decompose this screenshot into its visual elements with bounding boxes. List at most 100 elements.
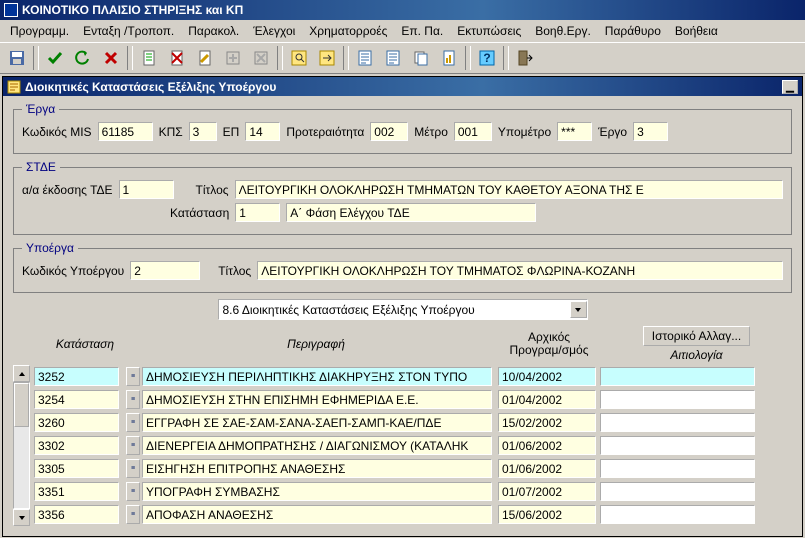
ypoergo-code-field[interactable] <box>130 261 200 280</box>
scroll-thumb[interactable] <box>14 383 29 427</box>
grid: ≡ ≡ ≡ ≡ ≡ ≡ ≡ <box>13 365 792 526</box>
menu-item[interactable]: Βοηθ.Εργ. <box>529 22 597 40</box>
new-icon[interactable] <box>136 45 162 71</box>
find-next-icon[interactable] <box>314 45 340 71</box>
menu-item[interactable]: Παράθυρο <box>599 22 667 40</box>
menu-item[interactable]: Παρακολ. <box>182 22 245 40</box>
delete-row-icon[interactable] <box>164 45 190 71</box>
remove-icon[interactable] <box>248 45 274 71</box>
code-cell[interactable] <box>34 459 119 478</box>
kat-field[interactable] <box>235 203 280 222</box>
ypoergo-title-field[interactable] <box>257 261 783 280</box>
desc-cell[interactable] <box>142 505 492 524</box>
row-handle[interactable]: ≡ <box>126 505 140 524</box>
stde-title-label: Τίτλος <box>196 183 229 197</box>
save-icon[interactable] <box>4 45 30 71</box>
menu-item[interactable]: Εκτυπώσεις <box>451 22 527 40</box>
desc-cell[interactable] <box>142 482 492 501</box>
ep-field[interactable] <box>245 122 280 141</box>
reason-cell[interactable] <box>600 413 755 432</box>
menu-item[interactable]: Προγραμμ. <box>4 22 75 40</box>
menu-item[interactable]: Βοήθεια <box>669 22 724 40</box>
kat-desc-field[interactable] <box>286 203 536 222</box>
code-cell[interactable] <box>34 482 119 501</box>
date-cell[interactable] <box>498 413 596 432</box>
menu-item[interactable]: Χρηματορροές <box>303 22 393 40</box>
reason-cell[interactable] <box>600 390 755 409</box>
reason-cell[interactable] <box>600 482 755 501</box>
reason-cell[interactable] <box>600 436 755 455</box>
header-perigrafi: Περιγραφή <box>135 337 497 351</box>
row-handle[interactable]: ≡ <box>126 390 140 409</box>
desc-cell[interactable] <box>142 459 492 478</box>
dropdown-button[interactable] <box>570 301 587 318</box>
code-cell[interactable] <box>34 413 119 432</box>
header-katastasi: Κατάσταση <box>35 337 135 351</box>
find-icon[interactable] <box>286 45 312 71</box>
row-handle[interactable]: ≡ <box>126 436 140 455</box>
undo-icon[interactable] <box>70 45 96 71</box>
aa-field[interactable] <box>119 180 174 199</box>
ergo-field[interactable] <box>633 122 668 141</box>
desc-cell[interactable] <box>142 367 492 386</box>
cancel-icon[interactable] <box>98 45 124 71</box>
menu-item[interactable]: Έλεγχοι <box>247 22 301 40</box>
scroll-track[interactable] <box>13 382 30 509</box>
dropdown-value[interactable] <box>219 301 570 319</box>
reason-cell[interactable] <box>600 505 755 524</box>
desc-cell[interactable] <box>142 390 492 409</box>
table-row: ≡ <box>30 434 792 457</box>
history-button[interactable]: Ιστορικό Αλλαγ... <box>643 326 750 346</box>
aa-label: α/α έκδοσης ΤΔΕ <box>22 183 113 197</box>
row-handle[interactable]: ≡ <box>126 413 140 432</box>
section-dropdown[interactable] <box>218 299 588 320</box>
ypometro-field[interactable] <box>557 122 592 141</box>
kps-field[interactable] <box>189 122 217 141</box>
row-handle[interactable]: ≡ <box>126 459 140 478</box>
child-title: Διοικητικές Καταστάσεις Εξέλιξης Υποέργο… <box>25 80 276 94</box>
fieldset-stde: ΣΤΔΕ α/α έκδοσης ΤΔΕ Τίτλος Κατάσταση <box>13 160 792 235</box>
date-cell[interactable] <box>498 367 596 386</box>
list1-icon[interactable] <box>352 45 378 71</box>
code-cell[interactable] <box>34 505 119 524</box>
add-icon[interactable] <box>220 45 246 71</box>
copy-icon[interactable] <box>408 45 434 71</box>
scroll-down-button[interactable] <box>13 509 30 526</box>
code-cell[interactable] <box>34 367 119 386</box>
scrollbar[interactable] <box>13 365 30 526</box>
date-cell[interactable] <box>498 505 596 524</box>
date-cell[interactable] <box>498 436 596 455</box>
desc-cell[interactable] <box>142 413 492 432</box>
row-handle[interactable]: ≡ <box>126 482 140 501</box>
exit-icon[interactable] <box>512 45 538 71</box>
date-cell[interactable] <box>498 390 596 409</box>
list2-icon[interactable] <box>380 45 406 71</box>
fieldset-ypoerga: Υποέργα Κωδικός Υποέργου Τίτλος <box>13 241 792 293</box>
edit-icon[interactable] <box>192 45 218 71</box>
menu-item[interactable]: Επ. Πα. <box>395 22 449 40</box>
scroll-up-button[interactable] <box>13 365 30 382</box>
kps-label: ΚΠΣ <box>159 125 183 139</box>
help-icon[interactable]: ? <box>474 45 500 71</box>
date-cell[interactable] <box>498 459 596 478</box>
menu-item[interactable]: Ενταξη /Τροποπ. <box>77 22 180 40</box>
code-cell[interactable] <box>34 436 119 455</box>
metro-field[interactable] <box>454 122 492 141</box>
ep-label: ΕΠ <box>223 125 240 139</box>
grid-headers: Κατάσταση Περιγραφή ΑρχικόςΠρογραμ/σμός … <box>13 326 792 362</box>
toolbar: ? <box>0 42 805 74</box>
check-icon[interactable] <box>42 45 68 71</box>
reason-cell[interactable] <box>600 459 755 478</box>
row-handle[interactable]: ≡ <box>126 367 140 386</box>
reason-cell[interactable] <box>600 367 755 386</box>
mdi-child-window: Διοικητικές Καταστάσεις Εξέλιξης Υποέργο… <box>2 76 803 537</box>
desc-cell[interactable] <box>142 436 492 455</box>
prio-field[interactable] <box>370 122 408 141</box>
minimize-button[interactable]: ▁ <box>782 80 798 94</box>
code-cell[interactable] <box>34 390 119 409</box>
report-icon[interactable] <box>436 45 462 71</box>
date-cell[interactable] <box>498 482 596 501</box>
mis-field[interactable] <box>98 122 153 141</box>
stde-title-field[interactable] <box>235 180 783 199</box>
child-titlebar: Διοικητικές Καταστάσεις Εξέλιξης Υποέργο… <box>3 77 802 96</box>
